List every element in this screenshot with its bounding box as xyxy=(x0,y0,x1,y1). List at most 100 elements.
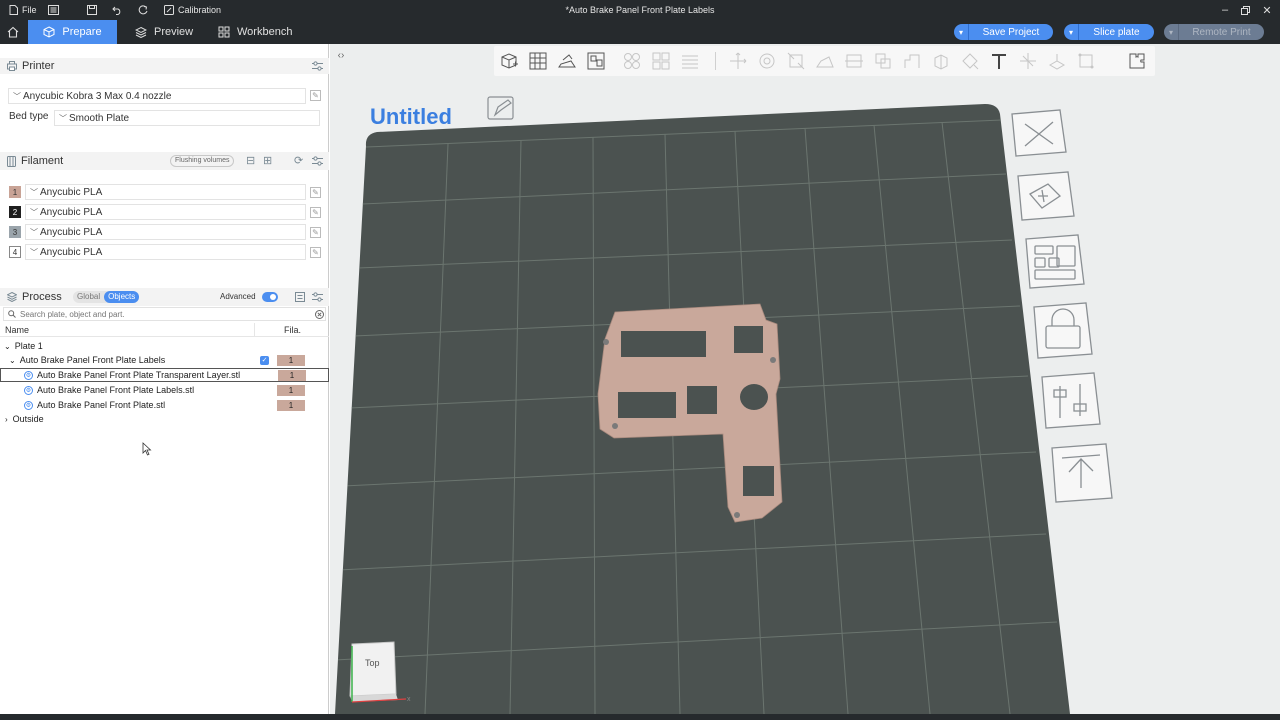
object-row[interactable]: ⌄ Auto Brake Panel Front Plate Labels ✓ … xyxy=(0,353,329,367)
tab-workbench[interactable]: Workbench xyxy=(218,20,293,44)
chevron-down-icon: ﹀ xyxy=(30,187,38,197)
undo-button[interactable] xyxy=(112,0,122,20)
filament-section-title: Filament xyxy=(21,155,64,167)
menu-icon xyxy=(48,5,59,15)
slice-plate-dropdown-chevron-icon[interactable]: ▾ xyxy=(1064,24,1079,40)
part-row[interactable]: ⚙ Auto Brake Panel Front Plate Labels.st… xyxy=(0,383,329,397)
filament-preset-select[interactable]: ﹀ Anycubic PLA xyxy=(25,244,306,260)
redo-button[interactable] xyxy=(138,0,148,20)
axis-x-label: x xyxy=(407,696,411,703)
process-list-icon[interactable] xyxy=(295,292,305,302)
flushing-volumes-button[interactable]: Flushing volumes xyxy=(170,155,235,167)
filament-edit-icon[interactable]: ✎ xyxy=(310,247,321,258)
split-parts-icon xyxy=(652,52,670,70)
measure-icon xyxy=(1020,53,1036,69)
remove-plate-icon[interactable] xyxy=(1011,109,1067,157)
lock-plate-icon[interactable] xyxy=(1033,302,1093,359)
object-visible-checkbox[interactable]: ✓ xyxy=(260,355,269,365)
tab-preview[interactable]: Preview xyxy=(135,20,195,44)
filament-sync-icon[interactable]: ⟳ xyxy=(294,154,303,167)
text-tool-icon[interactable] xyxy=(989,51,1009,71)
collapse-sidebar-button[interactable]: ‹› xyxy=(333,48,349,62)
remote-print-dropdown-chevron-icon[interactable]: ▾ xyxy=(1164,24,1179,40)
part-row-selected[interactable]: ⚙ Auto Brake Panel Front Plate Transpare… xyxy=(0,368,329,382)
part-row[interactable]: ⚙ Auto Brake Panel Front Plate.stl 1 xyxy=(0,398,329,412)
puzzle-plugin-icon[interactable] xyxy=(1127,51,1147,71)
app-window: File Calibration *Auto Brake Panel Front… xyxy=(0,0,1280,720)
filament-preset-select[interactable]: ﹀ Anycubic PLA xyxy=(25,204,306,220)
plate-row[interactable]: ⌄ Plate 1 xyxy=(0,339,329,353)
process-scope-toggle[interactable]: Global Objects xyxy=(73,291,140,303)
bed-type-value: Smooth Plate xyxy=(69,112,130,124)
printer-preset-select[interactable]: ﹀ Anycubic Kobra 3 Max 0.4 nozzle xyxy=(8,88,306,104)
scope-global-option[interactable]: Global xyxy=(73,291,104,303)
scope-objects-option[interactable]: Objects xyxy=(104,291,140,303)
calibration-menu[interactable]: Calibration xyxy=(164,0,221,20)
filament-color-swatch[interactable]: 3 xyxy=(9,226,21,238)
filament-edit-icon[interactable]: ✎ xyxy=(310,207,321,218)
bottom-status-bar xyxy=(0,714,1280,720)
move-to-top-icon[interactable] xyxy=(1051,443,1113,503)
assembly-icon xyxy=(1048,54,1066,70)
main-tab-bar: Prepare Preview Workbench ▾ Save Project… xyxy=(0,20,1280,44)
filament-color-swatch[interactable]: 2 xyxy=(9,206,21,218)
close-window-button[interactable]: ✕ xyxy=(1255,0,1279,20)
part-filament-cell[interactable]: 1 xyxy=(278,370,306,381)
chevron-right-icon[interactable]: › xyxy=(5,415,8,424)
arrange-layout-icon[interactable] xyxy=(1025,234,1085,289)
filament-remove-icon[interactable]: ⊟ xyxy=(246,154,255,167)
outside-row[interactable]: › Outside xyxy=(0,412,329,426)
part-filament-cell[interactable]: 1 xyxy=(277,399,305,411)
mesh-boundary-icon xyxy=(1078,53,1094,69)
3d-viewport[interactable]: Untitled Top x xyxy=(330,44,1280,714)
printer-section-title: Printer xyxy=(22,60,55,72)
bed-type-select[interactable]: ﹀ Smooth Plate xyxy=(54,110,320,126)
clear-search-icon[interactable] xyxy=(315,310,324,319)
part-mesh-icon: ⚙ xyxy=(24,400,33,410)
filament-edit-icon[interactable]: ✎ xyxy=(310,187,321,198)
hamburger-menu-button[interactable] xyxy=(48,0,59,20)
advanced-toggle-switch[interactable] xyxy=(262,292,278,302)
part-name: Auto Brake Panel Front Plate.stl xyxy=(37,400,166,410)
part-filament-cell[interactable]: 1 xyxy=(277,384,305,396)
chevron-down-icon: ﹀ xyxy=(30,247,38,257)
arrange-icon[interactable] xyxy=(586,51,606,71)
plate-rename-icon[interactable] xyxy=(487,96,514,120)
left-sidebar: Printer ﹀ Anycubic Kobra 3 Max 0.4 nozzl… xyxy=(0,44,329,714)
orient-icon[interactable] xyxy=(557,51,577,71)
object-search-input[interactable] xyxy=(20,309,310,319)
save-button[interactable] xyxy=(87,0,97,20)
tab-prepare[interactable]: Prepare xyxy=(28,20,117,44)
add-object-icon[interactable] xyxy=(499,51,519,71)
filament-settings-sliders-icon[interactable] xyxy=(312,156,323,166)
remote-print-button[interactable]: ▾ Remote Print xyxy=(1164,24,1264,40)
process-settings-icon[interactable] xyxy=(312,292,323,302)
column-name-header[interactable]: Name xyxy=(5,325,29,335)
object-filament-cell[interactable]: 1 xyxy=(277,354,305,366)
printer-settings-sliders-icon[interactable] xyxy=(312,61,323,71)
filament-preset-select[interactable]: ﹀ Anycubic PLA xyxy=(25,184,306,200)
rotate-icon xyxy=(759,53,775,69)
auto-arrange-icon[interactable] xyxy=(1017,171,1075,221)
slice-plate-button[interactable]: ▾ Slice plate xyxy=(1064,24,1154,40)
save-project-dropdown-chevron-icon[interactable]: ▾ xyxy=(954,24,969,40)
add-plate-grid-icon[interactable] xyxy=(528,51,548,71)
printer-edit-icon[interactable]: ✎ xyxy=(310,90,321,101)
minimize-icon: – xyxy=(1221,4,1229,16)
filament-section-header: Filament Flushing volumes ⊟ ⊞ ⟳ xyxy=(0,152,329,170)
filament-preset-select[interactable]: ﹀ Anycubic PLA xyxy=(25,224,306,240)
restore-icon xyxy=(1240,5,1250,15)
filament-color-swatch[interactable]: 1 xyxy=(9,186,21,198)
filament-add-icon[interactable]: ⊞ xyxy=(263,154,272,167)
maximize-button[interactable] xyxy=(1233,0,1257,20)
chevron-down-icon[interactable]: ⌄ xyxy=(9,356,16,365)
filament-color-swatch[interactable]: 4 xyxy=(9,246,21,258)
plate-settings-sliders-icon[interactable] xyxy=(1041,372,1101,429)
file-menu[interactable]: File xyxy=(9,0,37,20)
tab-workbench-label: Workbench xyxy=(237,26,293,38)
filament-edit-icon[interactable]: ✎ xyxy=(310,227,321,238)
column-fila-header[interactable]: Fila. xyxy=(284,325,301,335)
chevron-down-icon[interactable]: ⌄ xyxy=(4,342,11,351)
home-button[interactable] xyxy=(2,20,24,44)
save-project-button[interactable]: ▾ Save Project xyxy=(954,24,1053,40)
